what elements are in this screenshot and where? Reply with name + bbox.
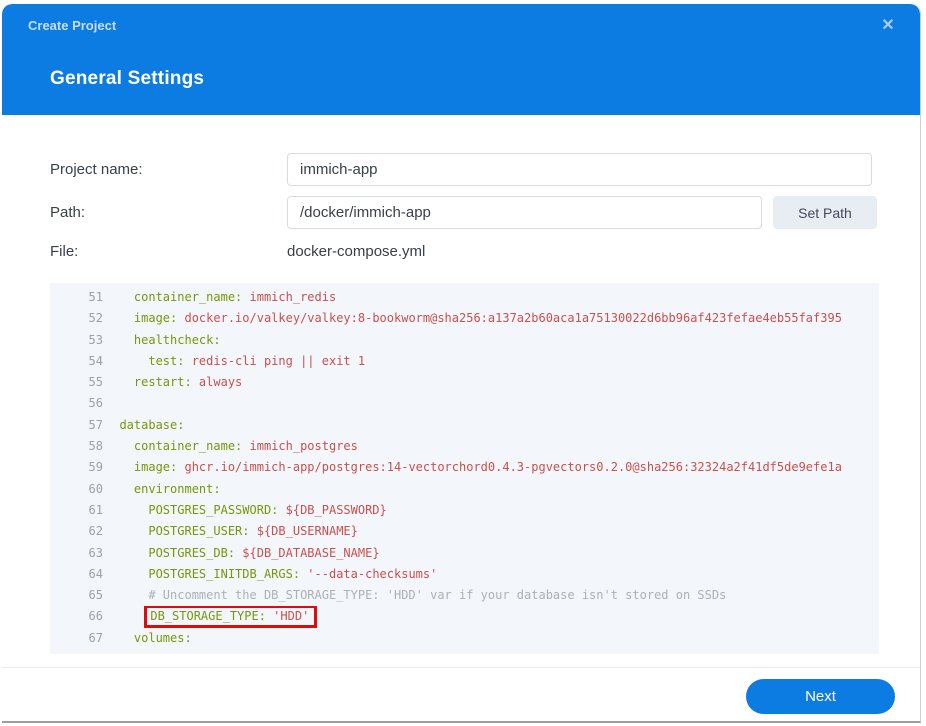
code-text: # Uncomment the DB_STORAGE_TYPE: 'HDD' v…: [105, 588, 727, 603]
code-line: 59 image: ghcr.io/immich-app/postgres:14…: [50, 457, 879, 478]
line-number: 54: [88, 353, 103, 368]
line-number: 67: [88, 630, 103, 645]
line-number: 56: [88, 396, 103, 411]
dialog-title: Create Project: [28, 18, 117, 33]
code-line: 62 POSTGRES_USER: ${DB_USERNAME}: [50, 521, 879, 542]
code-text: environment:: [105, 481, 221, 496]
code-line: 66 DB_STORAGE_TYPE: 'HDD': [50, 606, 879, 628]
code-line: 64 POSTGRES_INITDB_ARGS: '--data-checksu…: [50, 564, 879, 585]
code-line: 63 POSTGRES_DB: ${DB_DATABASE_NAME}: [50, 543, 879, 564]
code-text: container_name: immich_postgres: [105, 439, 358, 454]
dialog-header: Create Project ✕ General Settings: [2, 4, 920, 115]
code-text: database:: [105, 417, 185, 432]
line-number: 52: [88, 311, 103, 326]
code-text: image: docker.io/valkey/valkey:8-bookwor…: [105, 311, 842, 326]
section-title: General Settings: [50, 68, 205, 89]
code-text: POSTGRES_INITDB_ARGS: '--data-checksums': [105, 566, 438, 581]
code-line: 60 environment:: [50, 479, 879, 500]
code-text: restart: always: [105, 375, 243, 390]
code-text: POSTGRES_USER: ${DB_USERNAME}: [105, 524, 358, 539]
highlight-box: DB_STORAGE_TYPE: 'HDD': [144, 606, 318, 628]
line-number: 57: [88, 417, 103, 432]
dialog-footer: Next: [2, 668, 920, 721]
path-input[interactable]: [287, 196, 762, 229]
line-number: 61: [88, 502, 103, 517]
line-number: 60: [88, 481, 103, 496]
code-line: 57 database:: [50, 415, 879, 436]
line-number: 59: [88, 460, 103, 475]
code-line: 58 container_name: immich_postgres: [50, 436, 879, 457]
line-number: 55: [88, 375, 103, 390]
code-text: image: ghcr.io/immich-app/postgres:14-ve…: [105, 460, 842, 475]
next-button[interactable]: Next: [746, 679, 895, 714]
code-line: 56: [50, 393, 879, 414]
project-name-row: Project name:: [50, 153, 872, 186]
dialog-content: Project name: Path: Set Path File: docke…: [2, 115, 920, 721]
create-project-dialog: Create Project ✕ General Settings Projec…: [2, 4, 921, 723]
project-name-label: Project name:: [50, 161, 143, 178]
code-text: DB_STORAGE_TYPE: 'HDD': [105, 606, 879, 628]
close-button[interactable]: ✕: [874, 12, 902, 40]
code-text: POSTGRES_DB: ${DB_DATABASE_NAME}: [105, 545, 380, 560]
path-label: Path:: [50, 204, 86, 221]
code-text: container_name: immich_redis: [105, 290, 337, 304]
code-line: 65 # Uncomment the DB_STORAGE_TYPE: 'HDD…: [50, 585, 879, 606]
file-value: docker-compose.yml: [287, 243, 426, 260]
code-line: 52 image: docker.io/valkey/valkey:8-book…: [50, 308, 879, 329]
code-text: POSTGRES_PASSWORD: ${DB_PASSWORD}: [105, 502, 387, 517]
code-text: healthcheck:: [105, 332, 221, 347]
code-line: 53 healthcheck:: [50, 330, 879, 351]
set-path-button[interactable]: Set Path: [773, 196, 877, 229]
code-text: test: redis-cli ping || exit 1: [105, 353, 366, 368]
file-row: File: docker-compose.yml: [50, 243, 425, 260]
line-number: 62: [88, 524, 103, 539]
file-label: File:: [50, 243, 79, 260]
line-number: 65: [88, 588, 103, 603]
code-lines: 51 container_name: immich_redis 52 image:…: [50, 287, 879, 649]
line-number: 63: [88, 545, 103, 560]
close-icon: ✕: [881, 17, 895, 34]
line-number: 51: [88, 290, 103, 304]
line-number: 66: [88, 609, 103, 624]
path-row: Path: Set Path: [50, 196, 877, 229]
code-text: volumes:: [105, 630, 192, 645]
code-editor[interactable]: 51 container_name: immich_redis 52 image:…: [50, 283, 879, 654]
code-line: 54 test: redis-cli ping || exit 1: [50, 351, 879, 372]
line-number: 64: [88, 566, 103, 581]
code-line: 61 POSTGRES_PASSWORD: ${DB_PASSWORD}: [50, 500, 879, 521]
code-line: 51 container_name: immich_redis: [50, 287, 879, 308]
code-line: 55 restart: always: [50, 372, 879, 393]
line-number: 58: [88, 439, 103, 454]
code-line: 67 volumes:: [50, 628, 879, 649]
line-number: 53: [88, 332, 103, 347]
project-name-input[interactable]: [287, 153, 872, 186]
